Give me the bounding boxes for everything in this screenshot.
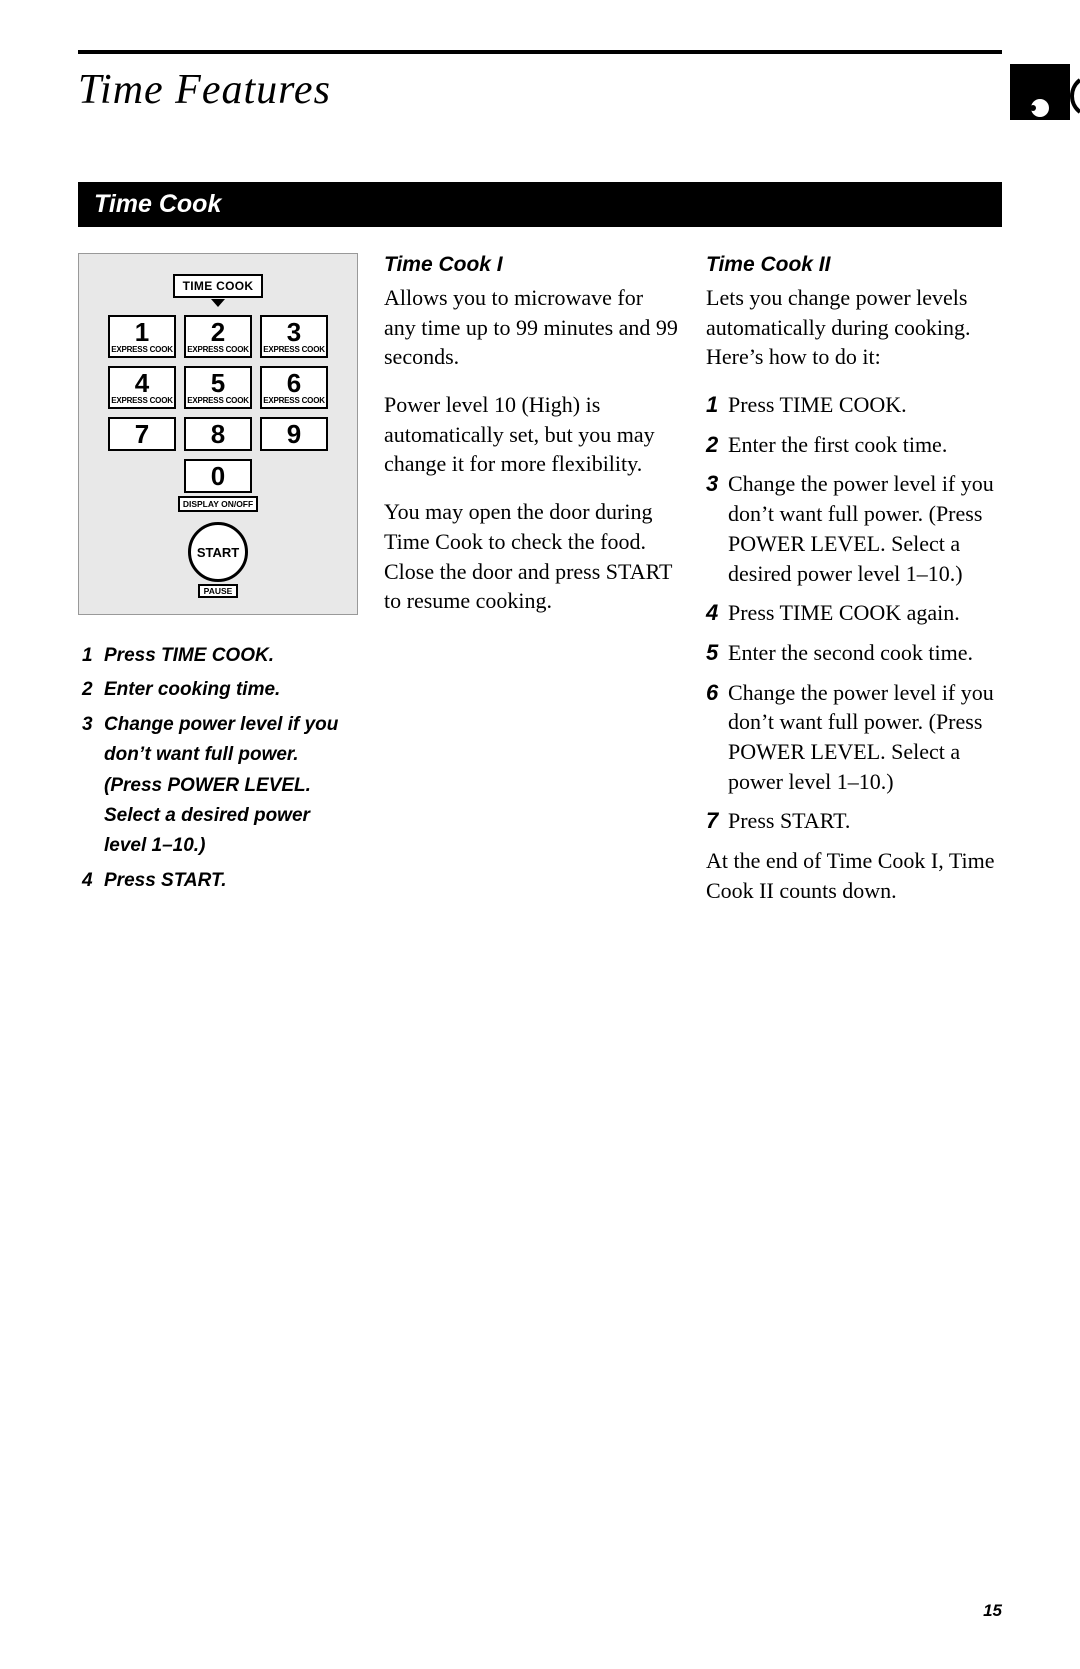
timecook2-endnote: At the end of Time Cook I, Time Cook II …	[706, 846, 1002, 905]
page-title: Time Features	[78, 66, 331, 114]
keypad-illustration: TIME COOK 1EXPRESS COOK 2EXPRESS COOK 3E…	[78, 253, 358, 615]
display-toggle-label: DISPLAY ON/OFF	[178, 496, 258, 512]
keypad-key-1: 1EXPRESS COOK	[108, 315, 176, 358]
start-button: START	[188, 522, 248, 582]
keypad-key-9: 9	[260, 417, 328, 451]
page-number: 15	[983, 1601, 1002, 1621]
header-graphic-icon	[1010, 64, 1080, 120]
timecook1-heading: Time Cook I	[384, 253, 680, 277]
keypad-key-7: 7	[108, 417, 176, 451]
keypad-key-4: 4EXPRESS COOK	[108, 366, 176, 409]
keypad-key-2: 2EXPRESS COOK	[184, 315, 252, 358]
arrow-down-icon	[211, 299, 225, 307]
left-instructions: 1Press TIME COOK. 2Enter cooking time. 3…	[78, 615, 358, 896]
timecook1-body: Allows you to microwave for any time up …	[384, 283, 680, 616]
timecook2-intro: Lets you change power levels automatical…	[706, 283, 1002, 372]
section-title: Time Cook	[78, 182, 1002, 227]
timecook2-heading: Time Cook II	[706, 253, 1002, 277]
keypad-key-6: 6EXPRESS COOK	[260, 366, 328, 409]
keypad-key-3: 3EXPRESS COOK	[260, 315, 328, 358]
keypad-key-8: 8	[184, 417, 252, 451]
keypad-key-5: 5EXPRESS COOK	[184, 366, 252, 409]
timecook-button: TIME COOK	[173, 274, 264, 298]
timecook2-steps: 1Press TIME COOK. 2Enter the first cook …	[706, 390, 1002, 836]
pause-label: PAUSE	[198, 584, 239, 598]
keypad-key-0: 0	[184, 459, 252, 493]
